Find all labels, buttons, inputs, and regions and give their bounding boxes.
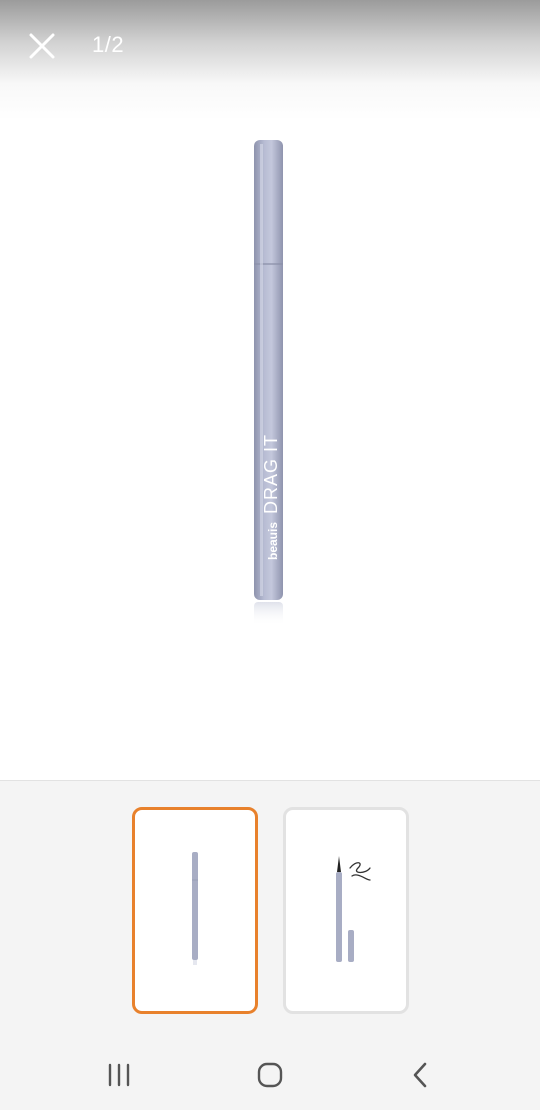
- back-icon: [413, 1062, 427, 1088]
- back-button[interactable]: [399, 1055, 443, 1095]
- product-image[interactable]: beauis DRAG IT: [220, 130, 320, 650]
- thumbnail-2[interactable]: [283, 807, 409, 1014]
- thumbnail-1[interactable]: [132, 807, 258, 1014]
- image-viewer[interactable]: beauis DRAG IT 1/2: [0, 0, 540, 780]
- recent-apps-button[interactable]: [97, 1055, 141, 1095]
- product-name-label: DRAG IT: [261, 434, 281, 514]
- close-button[interactable]: [22, 26, 62, 66]
- thumbnail-eyeliner-image: [192, 852, 198, 965]
- thumbnail-eyeliner-open-image: [336, 856, 371, 962]
- home-button[interactable]: [248, 1055, 292, 1095]
- home-icon: [257, 1062, 283, 1088]
- image-counter: 1/2: [92, 32, 125, 57]
- eyeliner-pen-image: beauis DRAG IT: [254, 140, 283, 626]
- top-scrim: [0, 0, 540, 120]
- recent-apps-icon: [108, 1063, 130, 1087]
- brand-label: beauis: [266, 522, 280, 560]
- thumbnail-strip: [0, 781, 540, 1037]
- close-icon: [29, 33, 55, 59]
- system-navigation-bar: [0, 1037, 540, 1110]
